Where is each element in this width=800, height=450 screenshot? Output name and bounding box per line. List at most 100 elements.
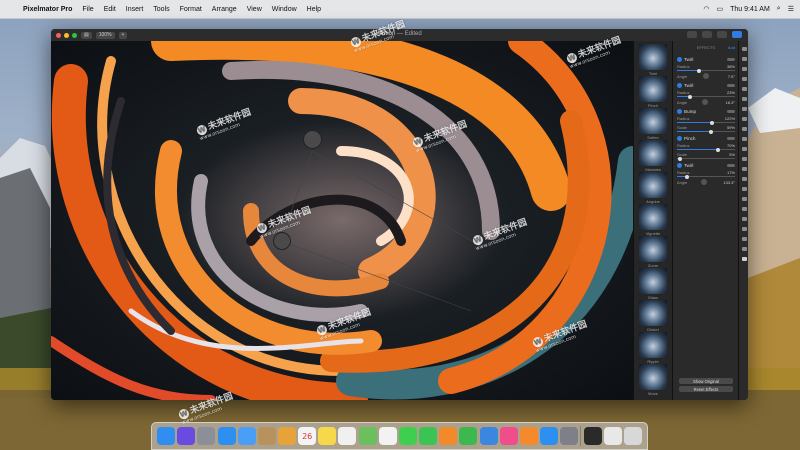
notes-icon[interactable] [318, 427, 337, 445]
preset-item[interactable]: Pinch [637, 76, 669, 108]
tools-icon[interactable] [717, 31, 727, 38]
effect-name[interactable]: Pinch [684, 136, 696, 141]
downloads-icon[interactable] [603, 427, 622, 445]
text-tool-icon[interactable] [741, 237, 747, 241]
format-icon[interactable] [732, 31, 742, 38]
menu-view[interactable]: View [247, 6, 262, 13]
numbers-icon[interactable] [459, 427, 478, 445]
effect-param-slider[interactable] [677, 94, 735, 99]
paint-tool-icon[interactable] [741, 97, 747, 101]
effect-param-value[interactable]: 16.3° [726, 100, 735, 105]
shape-tool-icon[interactable] [741, 147, 747, 151]
angle-dial[interactable] [700, 179, 707, 185]
effect-param-slider[interactable] [677, 120, 735, 125]
preset-item[interactable]: Move [637, 364, 669, 396]
gradient-tool-icon[interactable] [741, 197, 747, 201]
calendar-icon[interactable]: 26 [298, 427, 317, 445]
show-original-button[interactable]: Show Original [679, 378, 733, 384]
slider-knob[interactable] [677, 156, 682, 161]
angle-dial[interactable] [703, 73, 710, 79]
pixelmator-icon[interactable] [583, 427, 602, 445]
effect-param-value[interactable]: 23% [727, 90, 735, 95]
sidebar-toggle-button[interactable]: ▤ [81, 31, 92, 39]
effect-options-pill[interactable] [727, 164, 735, 167]
maps-icon[interactable] [358, 427, 377, 445]
photos-app-icon[interactable] [378, 427, 397, 445]
effect-param-slider[interactable] [677, 174, 735, 179]
effect-enabled-checkbox[interactable] [677, 83, 682, 88]
clock[interactable]: Thu 9:41 AM [730, 6, 770, 13]
reminders-icon[interactable] [338, 427, 357, 445]
slider-knob[interactable] [710, 120, 715, 125]
battery-icon[interactable]: ▭ [716, 5, 723, 13]
effect-enabled-checkbox[interactable] [677, 136, 682, 141]
effect-name[interactable]: Twirl [684, 57, 693, 62]
safari-icon[interactable] [217, 427, 236, 445]
pencil-tool-icon[interactable] [741, 227, 747, 231]
effect-param-value[interactable]: 7.5° [728, 74, 735, 79]
crop-tool-icon[interactable] [741, 157, 747, 161]
add-button[interactable]: + [118, 31, 128, 39]
pages-icon[interactable] [439, 427, 458, 445]
effect-options-pill[interactable] [727, 137, 735, 140]
siri-icon[interactable] [177, 427, 196, 445]
reset-effects-button[interactable]: Reset Effects [679, 386, 733, 392]
add-effect-button[interactable]: Add [728, 45, 735, 50]
effect-options-pill[interactable] [727, 110, 735, 113]
selection-tool-icon[interactable] [741, 137, 747, 141]
active-tool-icon[interactable] [741, 257, 747, 261]
effect-param-value[interactable]: 59% [727, 125, 735, 130]
finder-icon[interactable] [157, 427, 176, 445]
effect-param-slider[interactable] [677, 147, 735, 152]
effects-tool-icon[interactable] [741, 87, 747, 91]
effect-param-slider[interactable] [677, 156, 735, 161]
effect-name[interactable]: Twirl [684, 163, 693, 168]
twirl-center-handle[interactable] [303, 130, 322, 149]
preset-item[interactable]: Mandala [637, 140, 669, 172]
preset-item[interactable]: Distort [637, 300, 669, 332]
slider-knob[interactable] [709, 129, 714, 134]
preset-item[interactable]: Twirl [637, 44, 669, 76]
menu-insert[interactable]: Insert [126, 6, 144, 13]
fill-tool-icon[interactable] [741, 187, 747, 191]
preset-item[interactable]: Vignette [637, 204, 669, 236]
menu-tools[interactable]: Tools [153, 6, 169, 13]
messages-icon[interactable] [398, 427, 417, 445]
effect-param-value[interactable]: 70% [727, 143, 735, 148]
system-preferences-icon[interactable] [560, 427, 579, 445]
effect-param-value[interactable]: 133.3° [723, 180, 735, 185]
slider-knob[interactable] [715, 147, 720, 152]
arrange-tool-icon[interactable] [741, 47, 747, 51]
photos-icon[interactable] [278, 427, 297, 445]
effect-enabled-checkbox[interactable] [677, 163, 682, 168]
zoom-button[interactable] [72, 32, 77, 38]
effect-enabled-checkbox[interactable] [677, 57, 682, 62]
contacts-icon[interactable] [257, 427, 276, 445]
style-tool-icon[interactable] [741, 57, 747, 61]
brush-tool-icon[interactable] [741, 177, 747, 181]
keynote-icon[interactable] [479, 427, 498, 445]
launchpad-icon[interactable] [197, 427, 216, 445]
effect-param-value[interactable]: 17% [727, 170, 735, 175]
wifi-icon[interactable]: ◠ [703, 5, 709, 13]
preset-item[interactable]: Soften [637, 108, 669, 140]
pen-tool-icon[interactable] [741, 167, 747, 171]
crop-icon[interactable] [687, 31, 697, 38]
spotlight-icon[interactable]: ⌕ [777, 5, 781, 13]
close-button[interactable] [56, 32, 61, 38]
preset-item[interactable]: Angular [637, 172, 669, 204]
erase-tool-icon[interactable] [741, 107, 747, 111]
effect-param-value[interactable]: 5% [729, 152, 735, 157]
effect-options-pill[interactable] [727, 84, 735, 87]
color-adjust-tool-icon[interactable] [741, 77, 747, 81]
transform-tool-icon[interactable] [741, 217, 747, 221]
zoom-menu[interactable]: 100% [95, 31, 115, 39]
menu-edit[interactable]: Edit [104, 6, 116, 13]
distort-tool-icon[interactable] [741, 127, 747, 131]
menu-file[interactable]: File [82, 6, 93, 13]
zoom-tool-icon[interactable] [741, 247, 747, 251]
app-store-icon[interactable] [540, 427, 559, 445]
trash-icon[interactable] [623, 427, 642, 445]
effect-param-slider[interactable] [677, 68, 735, 73]
menu-help[interactable]: Help [307, 6, 321, 13]
